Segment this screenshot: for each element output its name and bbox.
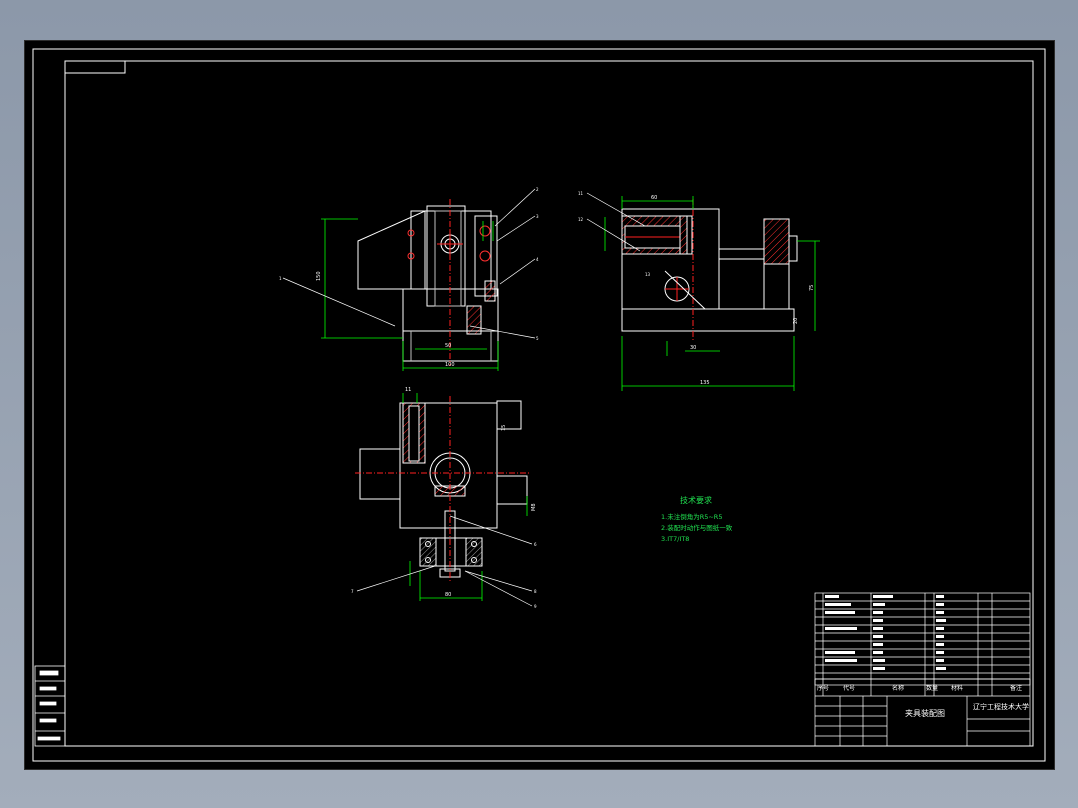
header-seq: 序号 — [817, 684, 829, 692]
tech-req-item-2: 2.装配时动作与图纸一致 — [661, 523, 733, 532]
dim-top-left: 11 — [405, 387, 411, 393]
school-name: 辽宁工程技术大学 — [973, 702, 1029, 711]
balloon-side-13: 13 — [645, 272, 651, 277]
front-view-dimensions — [321, 218, 499, 371]
balloon-front-4: 4 — [536, 257, 539, 262]
dim-side-height: 75 — [809, 285, 815, 291]
balloon-front-5: 5 — [536, 336, 539, 341]
corner-label-box — [64, 60, 126, 74]
dim-front-height: 150 — [316, 271, 322, 281]
balloon-side-12: 12 — [578, 217, 584, 222]
dim-side-small: 30 — [690, 345, 696, 351]
dim-side-base: 20 — [793, 318, 799, 324]
balloon-side-11: 11 — [578, 191, 584, 196]
balloon-top-8: 8 — [534, 589, 537, 594]
balloon-top-6: 6 — [534, 542, 537, 547]
balloon-top-7: 7 — [351, 589, 354, 594]
header-material: 材料 — [951, 684, 963, 692]
parts-list — [814, 592, 1031, 696]
side-view — [621, 199, 798, 341]
outer-frame — [32, 48, 1046, 762]
tech-req-item-1: 1.未注倒角为R5~R5 — [661, 512, 722, 521]
top-view — [355, 396, 530, 581]
dim-side-top: 60 — [651, 195, 657, 201]
tech-req-item-3: 3.IT7/IT8 — [661, 535, 689, 543]
parts-list-fill — [825, 595, 946, 670]
inner-frame — [64, 60, 1034, 747]
tech-req-title: 技术要求 — [680, 495, 712, 505]
balloon-front-1: 1 — [279, 276, 282, 281]
front-view — [357, 199, 499, 366]
dim-top-right: 15 — [501, 425, 507, 431]
header-name: 名称 — [892, 684, 904, 692]
header-remark: 备注 — [1010, 684, 1022, 692]
balloon-front-3: 3 — [536, 214, 539, 219]
dim-top-width: 80 — [445, 592, 451, 598]
binding-strip — [34, 665, 66, 747]
header-qty: 数量 — [926, 684, 938, 692]
dim-front-width-outer: 100 — [445, 362, 455, 368]
dim-top-bolt: M8 — [531, 504, 537, 512]
header-code: 代号 — [843, 684, 855, 692]
dim-side-total-width: 135 — [700, 380, 710, 386]
drawing-name: 夹具装配图 — [905, 708, 945, 718]
dim-front-width-inner: 50 — [445, 343, 451, 349]
drawing-canvas[interactable]: 150 50 100 1 2 3 4 5 60 135 30 75 20 11 … — [24, 40, 1055, 770]
balloon-top-9: 9 — [534, 604, 537, 609]
cad-drawing: 150 50 100 1 2 3 4 5 60 135 30 75 20 11 … — [32, 48, 1046, 762]
balloon-front-2: 2 — [536, 187, 539, 192]
